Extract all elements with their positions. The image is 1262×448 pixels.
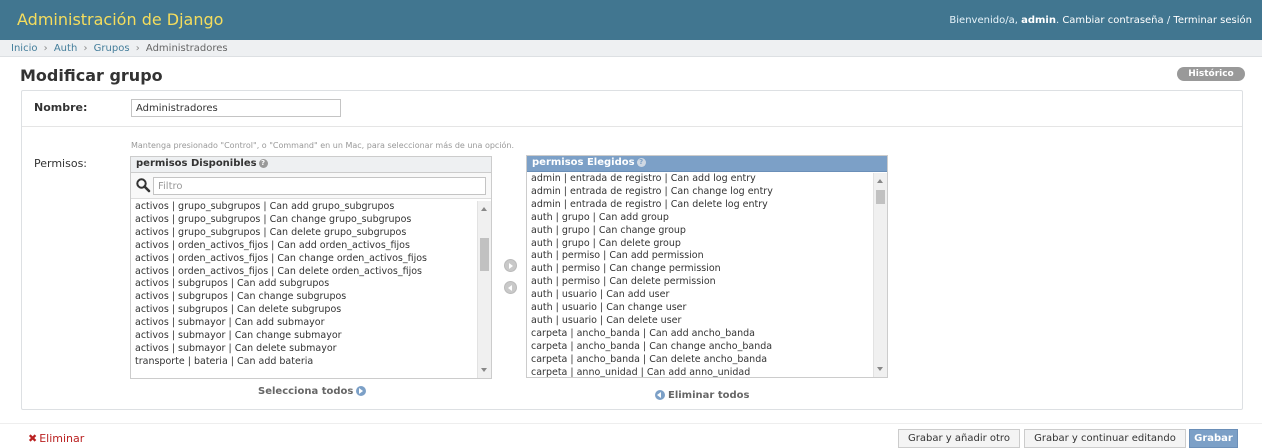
breadcrumb: Inicio › Auth › Grupos › Administradores: [0, 40, 1262, 57]
permission-option[interactable]: activos | submayor | Can change submayor: [135, 330, 477, 343]
choose-all-label: Selecciona todos: [258, 386, 354, 397]
permission-option[interactable]: auth | permiso | Can delete permission: [531, 276, 873, 289]
permission-option[interactable]: activos | subgrupos | Can delete subgrup…: [135, 304, 477, 317]
permission-option[interactable]: activos | orden_activos_fijos | Can dele…: [135, 266, 477, 279]
permission-option[interactable]: auth | usuario | Can delete user: [531, 315, 873, 328]
permission-option[interactable]: admin | entrada de registro | Can delete…: [531, 199, 873, 212]
choose-all-link[interactable]: Selecciona todos: [258, 386, 369, 397]
permission-option[interactable]: activos | grupo_subgrupos | Can delete g…: [135, 227, 477, 240]
permission-option[interactable]: carpeta | ancho_banda | Can change ancho…: [531, 341, 873, 354]
page-title: Modificar grupo: [20, 66, 163, 85]
chosen-permissions-list[interactable]: admin | entrada de registro | Can add lo…: [527, 173, 873, 377]
save-and-continue-button[interactable]: Grabar y continuar editando: [1024, 429, 1186, 448]
change-password-link[interactable]: Cambiar contraseña: [1062, 15, 1163, 26]
permission-option[interactable]: auth | permiso | Can add permission: [531, 250, 873, 263]
history-button[interactable]: Histórico: [1177, 67, 1245, 81]
save-button[interactable]: Grabar: [1189, 429, 1238, 448]
permission-option[interactable]: activos | submayor | Can add submayor: [135, 317, 477, 330]
available-permissions-title: permisos Disponibles: [136, 158, 257, 169]
permission-option[interactable]: activos | grupo_subgrupos | Can add grup…: [135, 201, 477, 214]
permission-option[interactable]: activos | subgrupos | Can change subgrup…: [135, 291, 477, 304]
filter-input[interactable]: [153, 177, 486, 195]
chosen-permissions-box: permisos Elegidos? admin | entrada de re…: [526, 155, 888, 378]
scroll-down-arrow-icon[interactable]: [877, 367, 883, 371]
permission-option[interactable]: auth | permiso | Can change permission: [531, 263, 873, 276]
scroll-up-arrow-icon[interactable]: [877, 179, 883, 183]
name-label: Nombre:: [34, 101, 88, 114]
save-and-add-another-button[interactable]: Grabar y añadir otro: [898, 429, 1020, 448]
permission-option[interactable]: auth | usuario | Can change user: [531, 302, 873, 315]
remove-permission-button[interactable]: [504, 281, 517, 294]
permission-option[interactable]: activos | orden_activos_fijos | Can add …: [135, 240, 477, 253]
arrow-right-icon: [356, 386, 367, 396]
help-icon[interactable]: ?: [636, 157, 646, 167]
delete-x-icon: ✖: [28, 432, 38, 445]
username: admin: [1021, 15, 1056, 26]
breadcrumb-current: Administradores: [145, 43, 228, 54]
permission-option[interactable]: auth | grupo | Can delete group: [531, 238, 873, 251]
scroll-up-arrow-icon[interactable]: [481, 207, 487, 211]
name-row: Nombre:: [22, 91, 1242, 127]
chosen-permissions-header: permisos Elegidos?: [527, 156, 887, 172]
breadcrumb-separator: ›: [135, 43, 140, 54]
clear-all-link[interactable]: Eliminar todos: [652, 390, 749, 401]
permissions-label: Permisos:: [34, 157, 88, 170]
available-scrollbar[interactable]: [477, 201, 491, 378]
scrollbar-thumb[interactable]: [480, 238, 489, 271]
chosen-permissions-title: permisos Elegidos: [532, 157, 635, 168]
filter-row: [131, 173, 491, 199]
help-icon[interactable]: ?: [258, 158, 268, 168]
add-permission-button[interactable]: [504, 259, 517, 272]
welcome-text: Bienvenido/a,: [949, 15, 1018, 26]
permissions-help-text: Mantenga presionado "Control", o "Comman…: [131, 141, 515, 150]
chosen-scrollbar[interactable]: [873, 173, 887, 377]
permission-option[interactable]: activos | subgrupos | Can add subgrupos: [135, 278, 477, 291]
permission-option[interactable]: auth | usuario | Can add user: [531, 289, 873, 302]
permission-option[interactable]: auth | grupo | Can add group: [531, 212, 873, 225]
breadcrumb-separator: ›: [83, 43, 88, 54]
permission-option[interactable]: admin | entrada de registro | Can add lo…: [531, 173, 873, 186]
site-name[interactable]: Administración de Django: [17, 10, 223, 29]
user-tools-separator: /: [1166, 15, 1171, 26]
user-tools: Bienvenido/a, admin. Cambiar contraseña …: [949, 15, 1252, 26]
search-icon: [136, 178, 151, 193]
logout-link[interactable]: Terminar sesión: [1173, 15, 1252, 26]
breadcrumb-model[interactable]: Grupos: [94, 43, 130, 54]
scrollbar-thumb[interactable]: [876, 190, 885, 204]
available-permissions-header: permisos Disponibles?: [131, 157, 491, 173]
breadcrumb-home[interactable]: Inicio: [11, 43, 37, 54]
scroll-down-arrow-icon[interactable]: [481, 368, 487, 372]
breadcrumb-separator: ›: [43, 43, 48, 54]
available-permissions-list[interactable]: activos | grupo_subgrupos | Can add grup…: [131, 201, 477, 378]
submit-row: ✖ Eliminar Grabar y añadir otro Grabar y …: [0, 423, 1262, 448]
permission-option[interactable]: carpeta | anno_unidad | Can add anno_uni…: [531, 367, 873, 377]
name-field[interactable]: [131, 99, 341, 117]
permission-option[interactable]: activos | submayor | Can delete submayor: [135, 343, 477, 356]
delete-link[interactable]: ✖ Eliminar: [28, 432, 84, 445]
permission-option[interactable]: auth | grupo | Can change group: [531, 225, 873, 238]
header: Administración de Django Bienvenido/a, a…: [0, 0, 1262, 40]
permission-option[interactable]: transporte | bateria | Can add bateria: [135, 356, 477, 369]
clear-all-label: Eliminar todos: [668, 390, 750, 401]
permission-option[interactable]: admin | entrada de registro | Can change…: [531, 186, 873, 199]
group-fieldset: Nombre: Mantenga presionado "Control", o…: [21, 90, 1243, 410]
permission-option[interactable]: carpeta | ancho_banda | Can add ancho_ba…: [531, 328, 873, 341]
permission-option[interactable]: activos | orden_activos_fijos | Can chan…: [135, 253, 477, 266]
arrow-left-icon: [655, 390, 665, 400]
permission-option[interactable]: activos | grupo_subgrupos | Can change g…: [135, 214, 477, 227]
breadcrumb-app[interactable]: Auth: [54, 43, 77, 54]
permission-option[interactable]: carpeta | ancho_banda | Can delete ancho…: [531, 354, 873, 367]
delete-label: Eliminar: [39, 432, 85, 445]
available-permissions-box: permisos Disponibles? activos | grupo_su…: [130, 156, 492, 379]
